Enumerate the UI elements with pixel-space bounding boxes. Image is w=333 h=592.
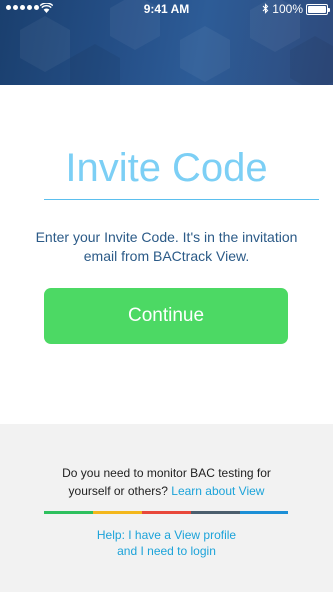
instructions-line-2: email from BACtrack View. <box>83 248 250 264</box>
battery-percent: 100% <box>272 2 303 16</box>
bluetooth-icon <box>262 3 269 14</box>
header-banner: 9:41 AM 100% <box>0 0 333 85</box>
battery-icon <box>306 4 330 15</box>
question-line-2: yourself or others? Learn about View <box>20 482 313 500</box>
color-bar-segment-red <box>142 511 191 514</box>
status-bar: 9:41 AM 100% <box>0 0 333 18</box>
footer-panel: Do you need to monitor BAC testing for y… <box>0 424 333 592</box>
continue-button[interactable]: Continue <box>44 288 288 344</box>
help-line-1: Help: I have a View profile <box>96 528 237 542</box>
color-bar-segment-yellow <box>93 511 142 514</box>
instructions-text: Enter your Invite Code. It's in the invi… <box>20 228 313 266</box>
help-login-link[interactable]: Help: I have a View profile and I need t… <box>20 527 313 559</box>
color-bar-segment-green <box>44 511 93 514</box>
color-bar-segment-gray <box>191 511 240 514</box>
question-text: yourself or others? <box>68 484 168 498</box>
brand-color-bar <box>44 511 288 514</box>
invite-code-input[interactable] <box>44 199 319 200</box>
question-line-1: Do you need to monitor BAC testing for <box>62 466 271 480</box>
page-title: Invite Code <box>65 146 268 190</box>
monitor-question: Do you need to monitor BAC testing for y… <box>20 464 313 500</box>
help-line-2: and I need to login <box>117 544 216 558</box>
learn-about-view-link[interactable]: Learn about View <box>171 484 264 498</box>
color-bar-segment-blue <box>240 511 288 514</box>
instructions-line-1: Enter your Invite Code. It's in the invi… <box>35 229 298 245</box>
